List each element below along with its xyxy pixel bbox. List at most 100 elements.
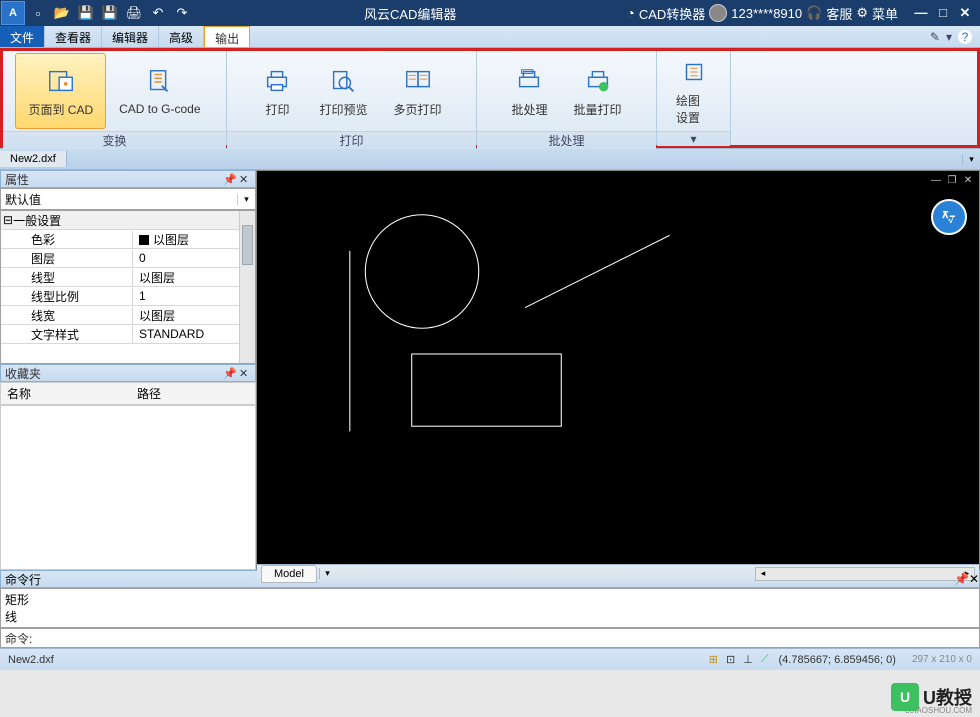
multipage-print-button[interactable]: 多页打印 xyxy=(381,53,455,129)
chevron-down-icon: ▾ xyxy=(237,194,255,205)
command-label: 命令: xyxy=(5,630,32,647)
model-tab[interactable]: Model xyxy=(261,565,317,583)
minimize-button[interactable]: — xyxy=(910,5,932,21)
prop-row[interactable]: 色彩以图层 xyxy=(1,230,255,249)
drawing-canvas[interactable]: — ❐ ✕ xyxy=(257,171,979,564)
ribbon: 页面到 CAD CAD to G-code 变换 打印 打印预览 多页打印 打印 xyxy=(0,48,980,148)
save-as-icon[interactable]: 💾 xyxy=(99,2,121,24)
close-button[interactable]: ✕ xyxy=(954,5,976,21)
watermark: U U教授 UJIAOSHOU.COM xyxy=(891,683,972,711)
cad-to-gcode-icon xyxy=(144,66,176,98)
prop-row[interactable]: 图层0 xyxy=(1,249,255,268)
canvas-close-icon[interactable]: ✕ xyxy=(961,175,975,189)
snap-icon[interactable]: ⊞ xyxy=(707,653,720,666)
converter-icon[interactable]: ◔ xyxy=(626,5,634,21)
favorites-panel: 名称 路径 xyxy=(0,382,256,570)
translate-icon xyxy=(940,208,958,226)
drawing-settings-button[interactable]: 绘图设置 xyxy=(663,53,724,129)
app-title: 风云CAD编辑器 xyxy=(194,4,626,23)
new-icon[interactable]: ▫ xyxy=(27,2,49,24)
user-box[interactable]: 123****8910 xyxy=(709,4,802,22)
tabs-dropdown-icon[interactable]: ▾ xyxy=(962,154,980,165)
left-column: 属性 📌 ✕ 默认值 ▾ ⊟ 一般设置 色彩以图层 图层0 线型以图层 线型比例… xyxy=(0,170,256,570)
print-button[interactable]: 打印 xyxy=(248,53,306,129)
command-history[interactable]: 矩形 线 xyxy=(0,588,980,628)
ribbon-group-transform: 变换 xyxy=(3,131,226,149)
translate-float-button[interactable] xyxy=(931,199,967,235)
fav-col-name[interactable]: 名称 xyxy=(1,383,131,404)
batch-button[interactable]: 批处理 xyxy=(498,53,560,129)
canvas-area: — ❐ ✕ Model ▾ ◂ ▸ xyxy=(256,170,980,570)
menu-advanced[interactable]: 高级 xyxy=(159,26,204,47)
doc-tab[interactable]: New2.dxf xyxy=(0,151,67,167)
ribbon-group-batch: 批处理 xyxy=(477,131,656,149)
command-input[interactable] xyxy=(36,631,979,645)
close-panel-icon[interactable]: ✕ xyxy=(239,173,255,186)
prop-row[interactable]: 文字样式STANDARD xyxy=(1,325,255,344)
menu-output[interactable]: 输出 xyxy=(204,26,250,47)
watermark-domain: UJIAOSHOU.COM xyxy=(904,706,972,715)
grid-icon[interactable]: ⊡ xyxy=(724,653,737,666)
redo-icon[interactable]: ↷ xyxy=(171,2,193,24)
prop-row[interactable]: 线型以图层 xyxy=(1,268,255,287)
drawing-content xyxy=(257,171,979,564)
converter-link[interactable]: CAD转换器 xyxy=(639,4,705,23)
menu-file[interactable]: 文件 xyxy=(0,26,45,47)
page-to-cad-icon xyxy=(45,65,77,97)
menu-editor[interactable]: 编辑器 xyxy=(102,26,159,47)
avatar-icon xyxy=(709,4,727,22)
prop-row[interactable]: 线宽以图层 xyxy=(1,306,255,325)
username: 123****8910 xyxy=(731,6,802,21)
batch-print-icon xyxy=(582,65,614,97)
close-panel-icon[interactable]: ✕ xyxy=(239,367,255,380)
command-input-row: 命令: xyxy=(0,628,980,648)
edit-style-icon[interactable]: ✎ xyxy=(930,30,940,44)
menu-bar: 文件 查看器 编辑器 高级 输出 ✎ ▾ ? xyxy=(0,26,980,48)
menu-link[interactable]: 菜单 xyxy=(872,4,898,23)
polar-icon[interactable]: ⟋ xyxy=(759,653,771,666)
print-icon[interactable]: 🖨 xyxy=(123,2,145,24)
props-default-dropdown[interactable]: 默认值 ▾ xyxy=(0,188,256,210)
gear-icon[interactable]: ⚙ xyxy=(856,5,868,21)
pin-icon[interactable]: 📌 xyxy=(223,367,239,380)
multipage-icon xyxy=(402,65,434,97)
maximize-button[interactable]: □ xyxy=(932,5,954,21)
title-bar: A ▫ 📂 💾 💾 🖨 ↶ ↷ 风云CAD编辑器 ◔ CAD转换器 123***… xyxy=(0,0,980,26)
menu-viewer[interactable]: 查看器 xyxy=(45,26,102,47)
canvas-min-icon[interactable]: — xyxy=(929,175,943,189)
model-tab-dropdown-icon[interactable]: ▾ xyxy=(319,568,335,579)
ribbon-group-settings-drop[interactable]: ▾ xyxy=(657,131,730,146)
model-tabs: Model ▾ ◂ ▸ xyxy=(257,564,979,583)
print-preview-button[interactable]: 打印预览 xyxy=(306,53,380,129)
pin-icon[interactable]: 📌 xyxy=(223,173,239,186)
ortho-icon[interactable]: ⊥ xyxy=(741,653,755,666)
headset-icon[interactable]: 🎧 xyxy=(806,5,822,21)
undo-icon[interactable]: ↶ xyxy=(147,2,169,24)
support-link[interactable]: 客服 xyxy=(826,4,852,23)
prop-row[interactable]: 线型比例1 xyxy=(1,287,255,306)
ribbon-group-print: 打印 xyxy=(227,131,476,149)
close-panel-icon[interactable]: ✕ xyxy=(969,572,979,586)
settings-icon xyxy=(678,56,710,88)
favorites-list[interactable] xyxy=(0,405,256,570)
open-icon[interactable]: 📂 xyxy=(51,2,73,24)
status-dimensions: 297 x 210 x 0 xyxy=(904,654,980,665)
favorites-panel-header: 收藏夹 📌 ✕ xyxy=(0,364,256,382)
canvas-hscrollbar[interactable]: ◂ ▸ xyxy=(755,567,975,581)
props-section-header[interactable]: ⊟ 一般设置 xyxy=(1,211,255,230)
page-to-cad-button[interactable]: 页面到 CAD xyxy=(15,53,106,129)
cad-to-gcode-button[interactable]: CAD to G-code xyxy=(106,53,213,129)
scroll-left-icon[interactable]: ◂ xyxy=(756,568,770,580)
help-icon[interactable]: ? xyxy=(958,30,972,44)
app-logo-icon[interactable]: A xyxy=(1,1,25,25)
help-dropdown-icon[interactable]: ▾ xyxy=(946,30,952,44)
props-scrollbar[interactable] xyxy=(239,211,255,363)
properties-panel-header: 属性 📌 ✕ xyxy=(0,170,256,188)
fav-col-path[interactable]: 路径 xyxy=(131,383,167,404)
canvas-restore-icon[interactable]: ❐ xyxy=(945,175,959,189)
batch-print-button[interactable]: 批量打印 xyxy=(561,53,635,129)
status-coords: (4.785667; 6.859456; 0) xyxy=(771,654,904,666)
properties-grid: ⊟ 一般设置 色彩以图层 图层0 线型以图层 线型比例1 线宽以图层 文字样式S… xyxy=(0,210,256,364)
save-icon[interactable]: 💾 xyxy=(75,2,97,24)
batch-icon xyxy=(513,65,545,97)
